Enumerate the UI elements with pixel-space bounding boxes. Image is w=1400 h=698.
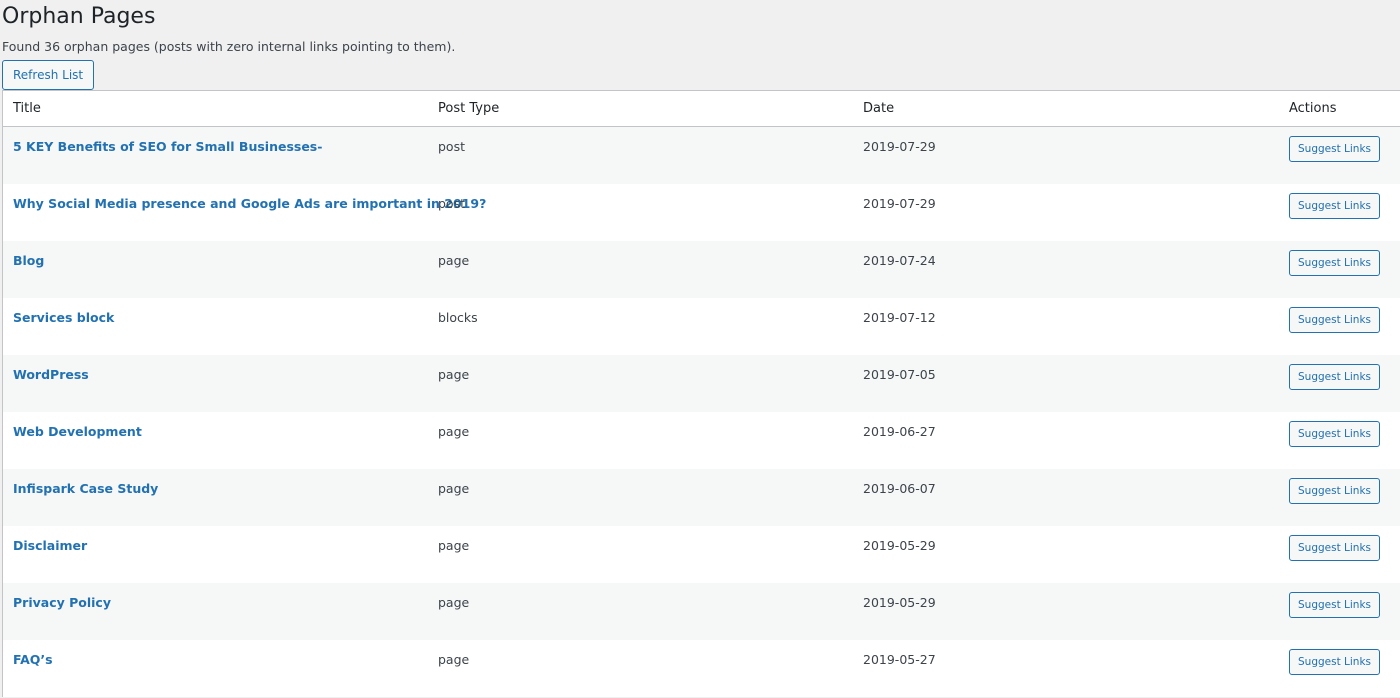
post-date-cell: 2019-05-27: [863, 652, 936, 667]
table-row: Infispark Case Study page 2019-06-07 Sug…: [3, 469, 1400, 526]
post-type-cell: post: [438, 139, 465, 154]
post-type-cell: page: [438, 481, 470, 496]
column-header-post-type: Post Type: [438, 101, 500, 116]
table-row: Blog page 2019-07-24 Suggest Links: [3, 241, 1400, 298]
column-header-actions: Actions: [1289, 101, 1337, 116]
post-date-cell: 2019-07-29: [863, 139, 936, 154]
post-type-cell: page: [438, 652, 470, 667]
suggest-links-button[interactable]: Suggest Links: [1289, 478, 1381, 504]
column-header-date: Date: [863, 101, 895, 116]
post-date-cell: 2019-05-29: [863, 595, 936, 610]
refresh-list-button[interactable]: Refresh List: [2, 60, 95, 90]
post-date-cell: 2019-07-29: [863, 196, 936, 211]
post-type-cell: post: [438, 196, 465, 211]
post-title-link[interactable]: WordPress: [13, 367, 89, 383]
post-title-link[interactable]: Privacy Policy: [13, 595, 111, 611]
table-row: FAQ’s page 2019-05-27 Suggest Links: [3, 640, 1400, 697]
suggest-links-button[interactable]: Suggest Links: [1289, 136, 1381, 162]
table-row: Services block blocks 2019-07-12 Suggest…: [3, 298, 1400, 355]
post-title-link[interactable]: Blog: [13, 253, 44, 269]
post-date-cell: 2019-06-07: [863, 481, 936, 496]
table-row: Why Social Media presence and Google Ads…: [3, 184, 1400, 241]
post-title-link[interactable]: Web Development: [13, 424, 142, 440]
orphan-summary-text: Found 36 orphan pages (posts with zero i…: [2, 39, 456, 54]
orphan-pages-table: Title Post Type Date Actions 5 KEY Benef…: [2, 90, 1400, 697]
table-row: 5 KEY Benefits of SEO for Small Business…: [3, 127, 1400, 184]
suggest-links-button[interactable]: Suggest Links: [1289, 364, 1381, 390]
table-row: Disclaimer page 2019-05-29 Suggest Links: [3, 526, 1400, 583]
suggest-links-button[interactable]: Suggest Links: [1289, 193, 1381, 219]
post-type-cell: page: [438, 538, 470, 553]
suggest-links-button[interactable]: Suggest Links: [1289, 421, 1381, 447]
post-title-link[interactable]: Services block: [13, 310, 114, 326]
post-type-cell: page: [438, 595, 470, 610]
post-date-cell: 2019-07-24: [863, 253, 936, 268]
orphan-pages-screen: Orphan Pages Found 36 orphan pages (post…: [0, 0, 1400, 698]
post-date-cell: 2019-07-05: [863, 367, 936, 382]
post-type-cell: page: [438, 253, 470, 268]
post-date-cell: 2019-06-27: [863, 424, 936, 439]
post-title-link[interactable]: Disclaimer: [13, 538, 87, 554]
table-header: Title Post Type Date Actions: [3, 91, 1400, 127]
column-header-title: Title: [13, 101, 41, 116]
table-row: Web Development page 2019-06-27 Suggest …: [3, 412, 1400, 469]
suggest-links-button[interactable]: Suggest Links: [1289, 535, 1381, 561]
suggest-links-button[interactable]: Suggest Links: [1289, 250, 1381, 276]
post-title-link[interactable]: Why Social Media presence and Google Ads…: [13, 196, 486, 212]
page-title: Orphan Pages: [2, 4, 156, 29]
post-date-cell: 2019-07-12: [863, 310, 936, 325]
suggest-links-button[interactable]: Suggest Links: [1289, 307, 1381, 333]
post-date-cell: 2019-05-29: [863, 538, 936, 553]
post-type-cell: page: [438, 367, 470, 382]
post-title-link[interactable]: FAQ’s: [13, 652, 53, 668]
post-title-link[interactable]: 5 KEY Benefits of SEO for Small Business…: [13, 139, 322, 155]
suggest-links-button[interactable]: Suggest Links: [1289, 592, 1381, 618]
post-type-cell: blocks: [438, 310, 478, 325]
post-title-link[interactable]: Infispark Case Study: [13, 481, 158, 497]
suggest-links-button[interactable]: Suggest Links: [1289, 649, 1381, 675]
table-row: WordPress page 2019-07-05 Suggest Links: [3, 355, 1400, 412]
post-type-cell: page: [438, 424, 470, 439]
table-row: Privacy Policy page 2019-05-29 Suggest L…: [3, 583, 1400, 640]
